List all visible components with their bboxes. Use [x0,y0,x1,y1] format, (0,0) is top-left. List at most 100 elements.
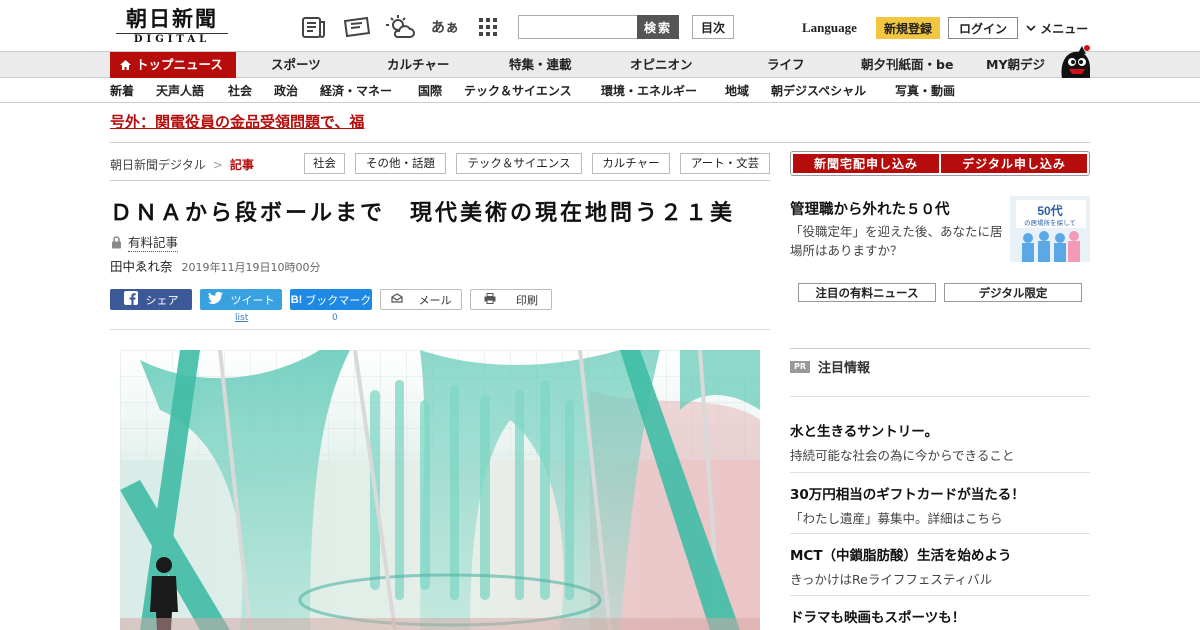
subnav-society[interactable]: 社会 [228,79,252,103]
home-icon [120,53,131,70]
newspaper-subscribe-button[interactable]: 新聞宅配申し込み [793,154,939,173]
nav-opinion[interactable]: オピニオン [630,52,693,78]
hatena-bookmark-button[interactable]: B! ブックマーク [290,289,372,310]
divider [790,348,1090,349]
pr-item[interactable]: ドラマも映画もスポーツも！ [790,606,1090,626]
tab-digital-exclusive[interactable]: デジタル限定 [944,283,1082,302]
weather-icon[interactable] [385,14,415,40]
subnav-region[interactable]: 地域 [725,79,749,103]
subnav-economy[interactable]: 経済・マネー [320,79,392,103]
pr-section-heading: PR 注目情報 [790,357,870,376]
promo-image[interactable]: 50代 の居場所を探して [1010,196,1090,262]
author-name: 田中ゑれ奈 [110,259,173,274]
mascot-icon[interactable] [1058,44,1092,80]
twitter-count[interactable]: list [235,313,248,323]
pr-item-title: 30万円相当のギフトカードが当たる！ [790,487,1025,503]
nav-print-edition[interactable]: 朝夕刊紙面・be [861,52,953,78]
promo-title[interactable]: 管理職から外れた５０代 [790,198,950,219]
subscribe-buttons: 新聞宅配申し込み デジタル申し込み [790,151,1090,176]
pr-item[interactable]: 水と生きるサントリー。 持続可能な社会の為に今からできること [790,420,1090,464]
search-input[interactable] [518,15,638,39]
subnav-international[interactable]: 国際 [418,79,442,103]
main-nav: トップニュース スポーツ カルチャー 特集・連載 オピニオン ライフ 朝夕刊紙面… [0,52,1200,78]
nav-life[interactable]: ライフ [767,52,805,78]
pr-item[interactable]: 30万円相当のギフトカードが当たる！ 「わたし遺産」募集中。詳細はこちら [790,483,1090,527]
pr-item-subtitle: 持続可能な社会の為に今からできること [790,448,1015,463]
tag-culture[interactable]: カルチャー [592,153,670,174]
article-photo[interactable] [120,350,760,630]
subnav-photo-video[interactable]: 写真・動画 [895,79,955,103]
mail-share-label: メール [418,293,452,307]
subnav-latest[interactable]: 新着 [110,79,134,103]
mail-share-button[interactable]: メール [380,289,462,310]
divider [110,180,770,181]
tag-misc[interactable]: その他・話題 [355,153,446,174]
logo-sub-text: DIGITAL [116,33,228,46]
ticket-icon[interactable] [342,14,372,40]
language-link[interactable]: Language [802,20,857,36]
paid-label-text: 有料記事 [128,232,179,252]
pr-item-subtitle: きっかけはReライフフェスティバル [790,572,993,587]
subnav-special[interactable]: 朝デジスペシャル [771,79,866,103]
nav-culture[interactable]: カルチャー [387,52,449,78]
search-button[interactable]: 検索 [637,15,679,39]
breadcrumb: 朝日新聞デジタル > 記事 [110,156,254,173]
divider [790,595,1090,596]
chevron-down-icon [1026,22,1040,36]
divider [790,533,1090,534]
print-icon [484,292,496,307]
print-button[interactable]: 印刷 [470,289,552,310]
promo-image-caption: の居場所を探して [1024,219,1076,227]
pr-item-title: 水と生きるサントリー。 [790,424,939,440]
facebook-icon [123,291,138,308]
breadcrumb-home[interactable]: 朝日新聞デジタル [110,158,206,172]
menu-button[interactable]: メニュー [1026,20,1088,37]
register-button[interactable]: 新規登録 [876,17,940,39]
digital-subscribe-button[interactable]: デジタル申し込み [941,154,1087,173]
login-button[interactable]: ログイン [948,17,1018,39]
hatena-count[interactable]: 0 [332,313,338,323]
tag-art-literature[interactable]: アート・文芸 [680,153,770,174]
nav-sports[interactable]: スポーツ [271,52,321,78]
tag-tech-science[interactable]: テック＆サイエンス [456,153,582,174]
font-size-icon[interactable]: あぁ [430,14,460,40]
divider [110,142,1090,143]
pr-item-title: MCT（中鎖脂肪酸）生活を始めよう [790,548,1012,564]
subnav-tech-science[interactable]: テック＆サイエンス [464,79,572,103]
grid-menu-icon[interactable] [476,14,500,40]
mail-icon [390,293,403,306]
divider [110,329,770,330]
tag-society[interactable]: 社会 [304,153,345,174]
site-logo[interactable]: 朝日新聞 DIGITAL [116,8,228,46]
pr-item[interactable]: MCT（中鎖脂肪酸）生活を始めよう きっかけはReライフフェスティバル [790,544,1090,588]
hatena-bookmark-label: ブックマーク [305,293,372,307]
twitter-icon [207,291,223,307]
hatena-icon: B! [290,293,303,306]
nav-top-news-label: トップニュース [136,57,223,72]
facebook-share-label: シェア [145,293,179,307]
nav-top-news[interactable]: トップニュース [110,52,236,78]
promo-description[interactable]: 「役職定年」を迎えた後、あなたに居場所はありますか？ [790,222,1005,260]
toc-button[interactable]: 目次 [692,15,734,39]
facebook-share-button[interactable]: シェア [110,289,192,310]
pr-item-subtitle: 「わたし遺産」募集中。詳細はこちら [790,511,1003,526]
subnav-environment[interactable]: 環境・エネルギー [601,79,697,103]
paid-article-label[interactable]: 有料記事 [111,232,179,252]
menu-label: メニュー [1040,22,1089,36]
twitter-share-label: ツイート [230,293,275,307]
nav-features[interactable]: 特集・連載 [509,52,572,78]
twitter-share-button[interactable]: ツイート [200,289,282,310]
pr-badge: PR [790,360,810,373]
pr-heading-text: 注目情報 [818,361,871,376]
publish-date: 2019年11月19日10時00分 [181,261,321,274]
subnav-tensei-jingo[interactable]: 天声人語 [156,79,204,103]
newspaper-icon[interactable] [300,14,328,40]
subnav-politics[interactable]: 政治 [274,79,298,103]
nav-my-asahi[interactable]: MY朝デジ [986,52,1045,78]
tab-featured-paid-news[interactable]: 注目の有料ニュース [798,283,936,302]
pr-item-title: ドラマも映画もスポーツも！ [790,610,966,626]
logo-main-text: 朝日新聞 [126,6,218,31]
breadcrumb-separator: > [212,158,223,172]
divider [790,472,1090,473]
breaking-news-link[interactable]: 号外：関電役員の金品受領問題で、福 [110,111,364,132]
